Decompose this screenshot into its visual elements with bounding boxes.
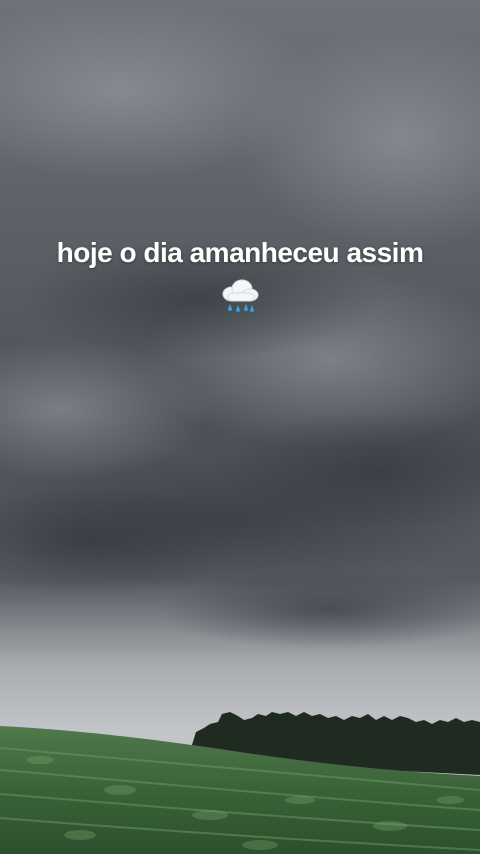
story-frame: hoje o dia amanheceu assim	[0, 0, 480, 854]
caption-text: hoje o dia amanheceu assim	[56, 237, 424, 268]
story-caption: hoje o dia amanheceu assim	[0, 234, 480, 318]
cloud-with-rain-emoji-icon	[218, 274, 262, 318]
sky-and-field-photo	[0, 0, 480, 854]
